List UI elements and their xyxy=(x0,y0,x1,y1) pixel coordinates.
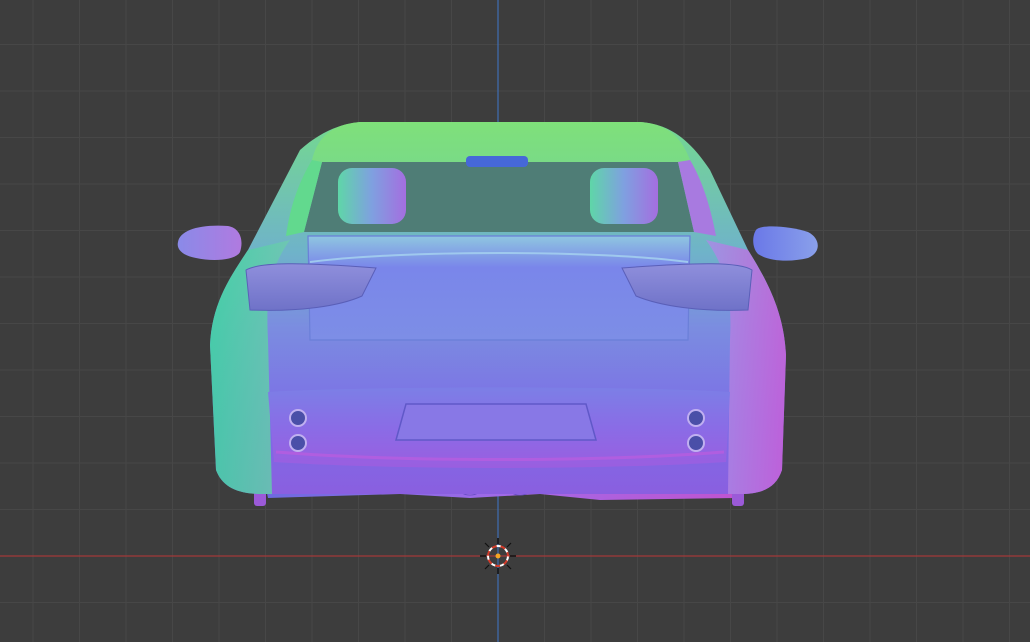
right-headrest xyxy=(590,168,658,224)
3d-cursor-icon[interactable] xyxy=(480,538,516,574)
car-model[interactable] xyxy=(177,122,818,506)
third-brake-light xyxy=(466,156,528,167)
left-headrest xyxy=(338,168,406,224)
right-side-mirror xyxy=(753,226,818,261)
viewport-canvas[interactable] xyxy=(0,0,1030,642)
license-plate-recess xyxy=(395,403,597,441)
3d-viewport[interactable] xyxy=(0,0,1030,642)
